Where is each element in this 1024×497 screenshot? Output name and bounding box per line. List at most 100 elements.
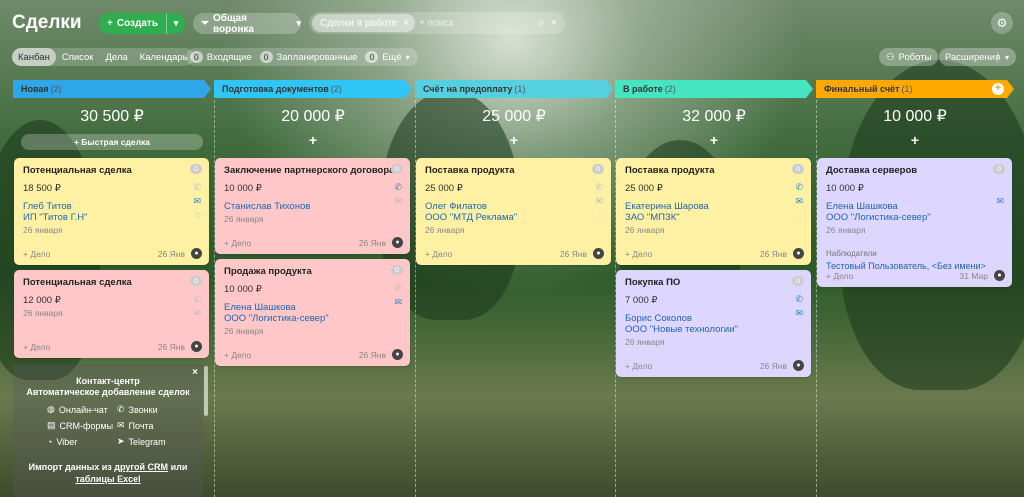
mail-icon[interactable]: ✉ [795, 308, 803, 319]
phone-icon[interactable]: ✆ [394, 283, 402, 294]
view-calendar[interactable]: Календарь [134, 48, 194, 66]
deal-card[interactable]: Продажа продукта 10 000 ₽ Елена Шашкова … [215, 259, 410, 366]
close-icon[interactable]: × [403, 18, 409, 29]
extensions-button[interactable]: Расширения ▾ [939, 48, 1016, 66]
add-activity-link[interactable]: + Дело [425, 249, 452, 259]
view-kanban[interactable]: Канбан [12, 48, 56, 66]
stage-header[interactable]: Подготовка документов (2) [214, 80, 412, 98]
avatar[interactable]: ● [191, 248, 202, 259]
deal-card[interactable]: Заключение партнерского договора 10 000 … [215, 158, 410, 254]
counter-more[interactable]: 0 Ещё ▾ [361, 51, 413, 63]
gear-icon[interactable]: ⚙ [991, 12, 1013, 34]
avatar[interactable]: ● [392, 349, 403, 360]
avatar[interactable]: ● [793, 360, 804, 371]
robots-button[interactable]: ⚇ Роботы [879, 48, 939, 66]
mail-icon[interactable]: ✉ [193, 308, 201, 319]
stage-header[interactable]: Счёт на предоплату (1) [415, 80, 613, 98]
mail-icon[interactable]: ✉ [193, 196, 201, 207]
deal-card[interactable]: Поставка продукта 25 000 ₽ Екатерина Шар… [616, 158, 811, 265]
counter-incoming[interactable]: 0 Входящие [186, 51, 256, 63]
add-deal-button[interactable]: + [214, 132, 412, 148]
phone-icon[interactable]: ✆ [193, 182, 201, 193]
scrollbar[interactable] [204, 366, 208, 416]
create-label: Создать [116, 18, 158, 29]
contact-center-title: Контакт-центр [76, 376, 140, 386]
avatar[interactable]: ● [392, 237, 403, 248]
channel-online-chat[interactable]: ◍ Онлайн-чат [47, 404, 117, 415]
chevron-down-icon[interactable]: ▾ [998, 53, 1016, 62]
counters: 0 Входящие 0 Запланированные 0 Ещё ▾ [186, 48, 418, 66]
chevron-down-icon[interactable]: ▾ [167, 18, 185, 29]
activity-counter: 0 [391, 164, 403, 174]
quick-deal-button[interactable]: + Быстрая сделка [21, 134, 203, 150]
add-stage-icon[interactable]: + [992, 83, 1004, 95]
avatar[interactable]: ● [593, 248, 604, 259]
channel-telegram[interactable]: ➤ Telegram [117, 436, 187, 447]
avatar[interactable]: ● [994, 270, 1005, 281]
filter-chip[interactable]: Сделки в работе × [312, 14, 416, 32]
add-deal-button[interactable]: + [816, 132, 1014, 148]
deal-card[interactable]: Потенциальная сделка 18 500 ₽ Глеб Титов… [14, 158, 209, 265]
activity-counter: 0 [993, 164, 1005, 174]
search-input[interactable] [419, 17, 530, 29]
viber-icon: ◔ [47, 436, 53, 447]
phone-icon[interactable]: ✆ [193, 294, 201, 305]
add-activity-link[interactable]: + Дело [826, 271, 853, 281]
stage-header[interactable]: В работе (2) [615, 80, 813, 98]
chat-icon[interactable]: ◌ [798, 210, 803, 220]
create-button[interactable]: + Создать ▾ [99, 13, 185, 34]
add-deal-button[interactable]: + [615, 132, 813, 148]
add-deal-button[interactable]: + [415, 132, 613, 148]
phone-icon[interactable]: ✆ [595, 182, 603, 193]
phone-icon: ✆ [117, 404, 125, 414]
search-bar[interactable]: Сделки в работе × ⌕ × [309, 12, 565, 34]
chat-icon[interactable]: ◌ [196, 210, 201, 220]
chat-icon[interactable]: ◌ [598, 210, 603, 220]
mail-icon[interactable]: ✉ [595, 196, 603, 207]
activity-counter: 0 [592, 164, 604, 174]
chevron-down-icon: ▾ [405, 52, 410, 62]
channel-viber[interactable]: ◔ Viber [47, 436, 117, 447]
deal-card[interactable]: Покупка ПО 7 000 ₽ Борис Соколов ООО "Но… [616, 270, 811, 377]
add-activity-link[interactable]: + Дело [23, 342, 50, 352]
pin-icon[interactable]: ☆ [72, 16, 81, 27]
deal-card[interactable]: Поставка продукта 25 000 ₽ Олег Филатов … [416, 158, 611, 265]
add-activity-link[interactable]: + Дело [224, 350, 251, 360]
channel-calls[interactable]: ✆ Звонки [117, 404, 187, 415]
channel-mail[interactable]: ✉ Почта [117, 420, 187, 431]
search-icon[interactable]: ⌕ [538, 17, 544, 30]
counter-planned[interactable]: 0 Запланированные [256, 51, 362, 63]
add-activity-link[interactable]: + Дело [625, 361, 652, 371]
funnel-icon: ⏷ [201, 18, 209, 29]
mail-icon[interactable]: ✉ [996, 196, 1004, 207]
channel-crm-forms[interactable]: ▤ CRM-формы [47, 420, 117, 431]
add-activity-link[interactable]: + Дело [625, 249, 652, 259]
clear-icon[interactable]: × [551, 17, 557, 30]
close-icon[interactable]: × [192, 367, 198, 378]
contact-center-subtitle: Автоматическое добавление сделок [26, 387, 190, 397]
avatar[interactable]: ● [793, 248, 804, 259]
phone-icon[interactable]: ✆ [394, 182, 402, 193]
view-list[interactable]: Список [56, 48, 100, 66]
add-activity-link[interactable]: + Дело [23, 249, 50, 259]
funnel-selector[interactable]: ⏷ Общая воронка ▾ [193, 12, 301, 35]
add-activity-link[interactable]: + Дело [224, 238, 251, 248]
avatar[interactable]: ● [191, 341, 202, 352]
mail-icon[interactable]: ✉ [394, 297, 402, 308]
deal-card[interactable]: Доставка серверов 10 000 ₽ Елена Шашкова… [817, 158, 1012, 287]
funnel-label: Общая воронка [213, 12, 254, 35]
robot-icon: ⚇ [886, 51, 895, 63]
import-crm-link[interactable]: другой CRM [114, 462, 168, 472]
import-excel-link[interactable]: таблицы Excel [75, 474, 140, 484]
deal-card[interactable]: Потенциальная сделка 12 000 ₽ 26 января … [14, 270, 209, 358]
view-activities[interactable]: Дела [99, 48, 133, 66]
mail-icon[interactable]: ✉ [795, 196, 803, 207]
filter-chip-label: Сделки в работе [320, 17, 398, 29]
phone-icon[interactable]: ✆ [795, 294, 803, 305]
observers-label: Наблюдатели [826, 249, 877, 258]
phone-icon[interactable]: ✆ [795, 182, 803, 193]
stage-header[interactable]: Финальный счёт (1) + [816, 80, 1014, 98]
activity-counter: 0 [190, 164, 202, 174]
mail-icon[interactable]: ✉ [394, 196, 402, 207]
stage-header[interactable]: Новая (2) [13, 80, 211, 98]
